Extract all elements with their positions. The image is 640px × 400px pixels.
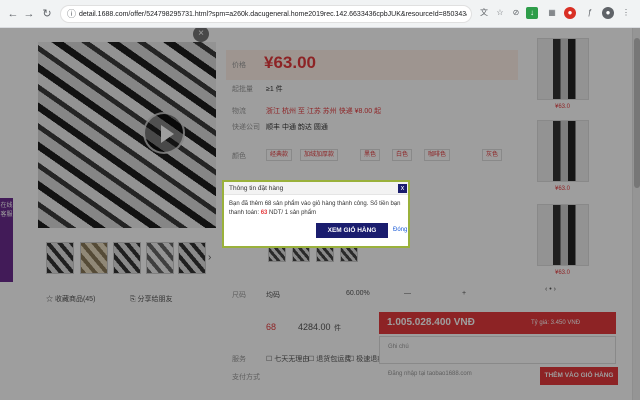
address-bar[interactable]: ⓘ detail.1688.com/offer/524798295731.htm… — [60, 5, 472, 23]
back-icon[interactable]: ← — [6, 7, 20, 21]
avatar[interactable]: ● — [602, 7, 614, 19]
url-text: detail.1688.com/offer/524798295731.html?… — [79, 11, 467, 18]
dialog-header: Thông tin đặt hàng x — [224, 182, 408, 195]
dialog-message: Bạn đã thêm 68 sản phẩm vào giỏ hàng thà… — [229, 201, 401, 216]
dialog-title: Thông tin đặt hàng — [229, 185, 284, 192]
download-extension-icon[interactable]: ↓ — [526, 7, 538, 19]
browser-toolbar: ← → ↻ ⓘ detail.1688.com/offer/5247982957… — [0, 0, 640, 28]
profile-extension-icon[interactable]: ƒ — [584, 7, 596, 19]
shield-icon[interactable]: ⊘ — [510, 7, 522, 19]
translate-icon[interactable]: 文 — [478, 7, 490, 19]
info-icon[interactable]: ⓘ — [67, 9, 77, 20]
close-icon[interactable]: x — [398, 184, 407, 193]
reload-icon[interactable]: ↻ — [40, 7, 54, 21]
bookmark-star-icon[interactable]: ☆ — [494, 7, 506, 19]
adblock-icon[interactable]: ● — [564, 7, 576, 19]
view-cart-button[interactable]: XEM GIỎ HÀNG — [316, 223, 388, 238]
close-dialog-link[interactable]: Đóng — [393, 227, 407, 233]
order-info-dialog: Thông tin đặt hàng x Bạn đã thêm 68 sản … — [222, 180, 410, 248]
extension-icon[interactable]: ▦ — [546, 7, 558, 19]
forward-icon[interactable]: → — [22, 7, 36, 21]
menu-icon[interactable]: ⋮ — [620, 7, 632, 19]
